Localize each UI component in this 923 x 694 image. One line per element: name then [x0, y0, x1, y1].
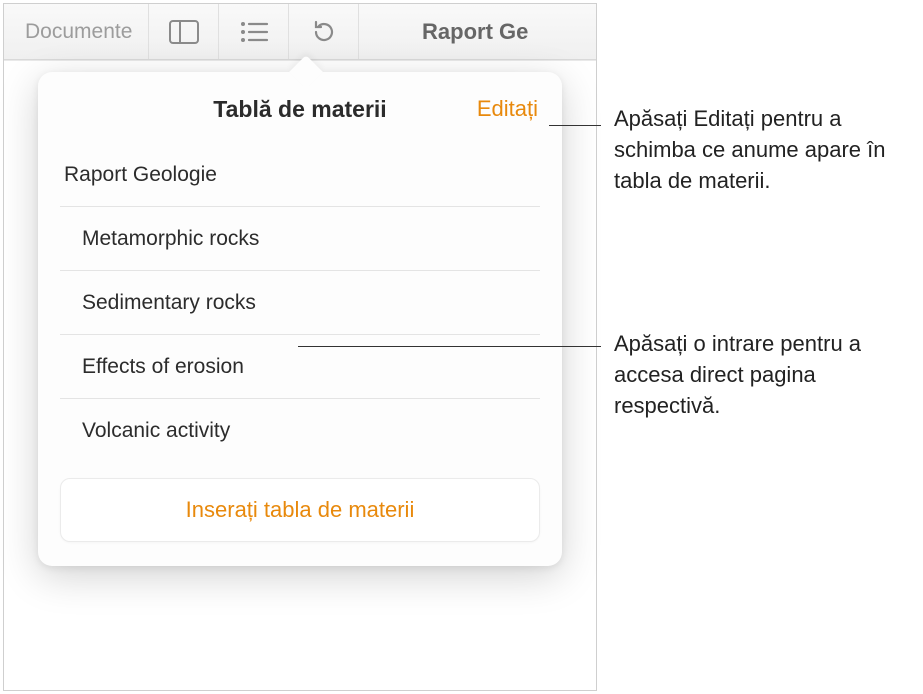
toc-entry[interactable]: Raport Geologie — [60, 143, 540, 207]
callout-entry-hint: Apăsați o intrare pentru a accesa direct… — [614, 329, 914, 421]
callout-leader-line — [298, 346, 601, 347]
toc-entry[interactable]: Effects of erosion — [60, 335, 540, 399]
popover-header: Tablă de materii Editați — [38, 90, 562, 143]
toolbar: Documente — [4, 4, 596, 60]
panel-icon — [169, 20, 199, 44]
callout-leader-line — [549, 125, 601, 126]
toc-entry[interactable]: Sedimentary rocks — [60, 271, 540, 335]
insert-toc-button[interactable]: Inserați tabla de materii — [60, 478, 540, 542]
undo-icon — [310, 18, 338, 46]
sidebar-toggle-button[interactable] — [149, 4, 219, 59]
toc-list: Raport Geologie Metamorphic rocks Sedime… — [38, 143, 562, 462]
documents-button[interactable]: Documente — [9, 4, 149, 59]
popover-title: Tablă de materii — [213, 96, 386, 123]
callout-edit-hint: Apăsați Editați pentru a schimba ce anum… — [614, 104, 914, 196]
toc-entry[interactable]: Metamorphic rocks — [60, 207, 540, 271]
toc-popover: Tablă de materii Editați Raport Geologie… — [38, 72, 562, 566]
list-bullets-icon — [239, 20, 269, 44]
toc-view-button[interactable] — [219, 4, 289, 59]
edit-button[interactable]: Editați — [477, 96, 538, 122]
toolbar-icon-group — [149, 4, 359, 59]
undo-button[interactable] — [289, 4, 359, 59]
document-title: Raport Ge — [359, 19, 591, 45]
toc-entry[interactable]: Volcanic activity — [60, 399, 540, 462]
